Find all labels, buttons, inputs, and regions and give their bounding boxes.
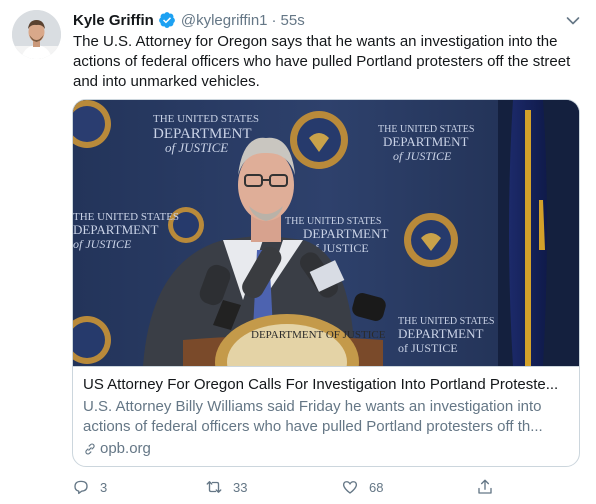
card-title[interactable]: US Attorney For Oregon Calls For Investi… — [83, 375, 571, 395]
tweet-actions: 3 33 68 — [72, 476, 580, 498]
link-card[interactable]: THE UNITED STATES DEPARTMENT of JUSTICE … — [72, 99, 580, 467]
svg-text:of JUSTICE: of JUSTICE — [393, 149, 452, 163]
link-icon — [85, 443, 95, 455]
card-body[interactable]: US Attorney For Oregon Calls For Investi… — [73, 366, 579, 466]
like-icon — [342, 481, 358, 494]
caret-down-icon[interactable] — [566, 13, 580, 25]
author-name[interactable]: Kyle Griffin — [73, 12, 154, 29]
share-icon — [478, 479, 492, 494]
retweet-icon — [206, 481, 222, 493]
svg-text:of JUSTICE: of JUSTICE — [73, 237, 132, 251]
like-button[interactable]: 68 — [341, 476, 383, 498]
svg-text:DEPARTMENT: DEPARTMENT — [73, 222, 158, 237]
share-button[interactable] — [476, 476, 494, 498]
reply-button[interactable]: 3 — [72, 476, 107, 498]
svg-text:of JUSTICE: of JUSTICE — [398, 341, 458, 355]
tweet-text: The U.S. Attorney for Oregon says that h… — [73, 33, 571, 90]
card-image[interactable]: THE UNITED STATES DEPARTMENT of JUSTICE … — [73, 100, 579, 366]
card-description: U.S. Attorney Billy Williams said Friday… — [83, 398, 543, 435]
svg-text:DEPARTMENT: DEPARTMENT — [303, 226, 388, 241]
card-domain: opb.org — [83, 439, 571, 459]
svg-text:DEPARTMENT: DEPARTMENT — [383, 134, 468, 149]
svg-text:THE UNITED STATES: THE UNITED STATES — [153, 113, 259, 125]
verified-badge-icon — [158, 11, 176, 29]
svg-text:DEPARTMENT OF JUSTICE: DEPARTMENT OF JUSTICE — [251, 329, 386, 341]
like-count: 68 — [369, 479, 384, 495]
retweet-button[interactable]: 33 — [205, 476, 247, 498]
author-handle[interactable]: @kylegriffin1 — [181, 12, 268, 29]
reply-icon — [74, 480, 88, 495]
timestamp[interactable]: 55s — [281, 12, 305, 29]
tweet[interactable]: Kyle Griffin @kylegriffin1 · 55s The U.S… — [0, 0, 596, 504]
card-domain-text: opb.org — [100, 440, 151, 457]
svg-text:of JUSTICE: of JUSTICE — [165, 140, 228, 155]
avatar[interactable] — [12, 10, 61, 59]
reply-count: 3 — [100, 479, 108, 495]
tweet-header: Kyle Griffin @kylegriffin1 · 55s — [73, 9, 305, 31]
retweet-count: 33 — [233, 479, 248, 495]
svg-text:DEPARTMENT: DEPARTMENT — [398, 326, 483, 341]
header-separator: · — [271, 11, 277, 29]
